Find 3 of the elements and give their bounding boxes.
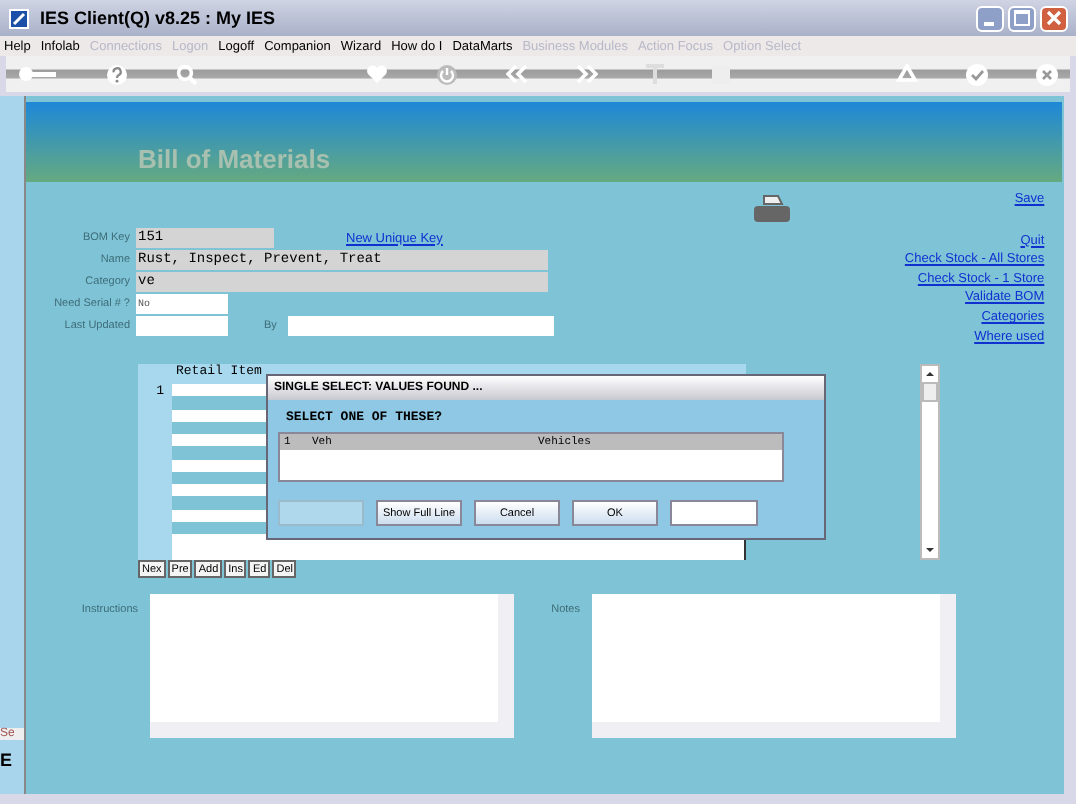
side-label: E bbox=[0, 750, 15, 770]
window-title: IES Client(Q) v8.25 : My IES bbox=[40, 8, 276, 28]
page-title: Bill of Materials bbox=[138, 143, 331, 173]
